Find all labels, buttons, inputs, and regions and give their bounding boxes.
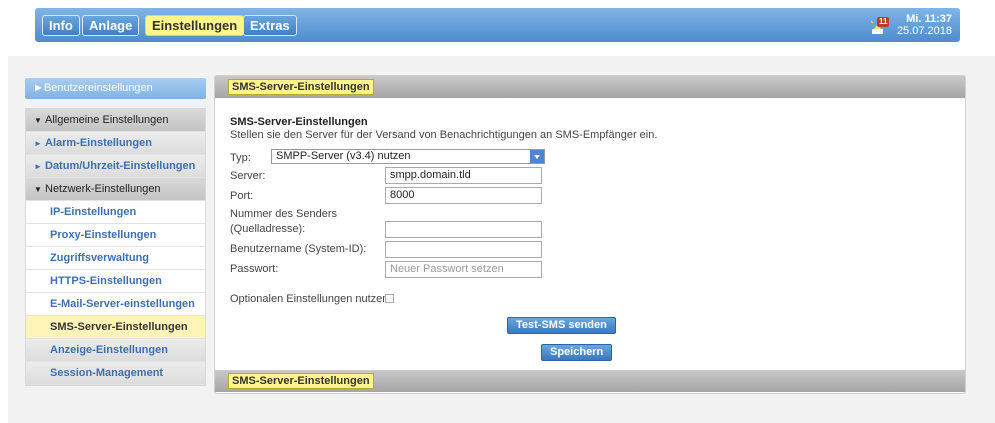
panel-header-label: SMS-Server-Einstellungen: [228, 79, 374, 95]
optional-settings-checkbox[interactable]: [385, 294, 394, 303]
sidebar-item-ip[interactable]: IP-Einstellungen: [26, 201, 205, 224]
clock-time: Mi. 11:37: [906, 13, 952, 25]
typ-label: Typ:: [230, 152, 251, 164]
sender-input[interactable]: [385, 221, 542, 238]
typ-select[interactable]: SMPP-Server (v3.4) nutzen: [271, 149, 545, 164]
sidebar-item-benutzereinstellungen[interactable]: ►Benutzereinstellungen: [25, 78, 206, 99]
sidebar-item-session-management[interactable]: Session-Management: [26, 362, 205, 385]
sidebar-menu: ▼ Allgemeine Einstellungen ► Alarm-Einstel…: [25, 108, 206, 386]
port-label: Port:: [230, 190, 254, 202]
section-description: Stellen sie den Server für der Versand v…: [230, 129, 658, 141]
tab-einstellungen[interactable]: Einstellungen: [145, 15, 245, 36]
username-input[interactable]: [385, 241, 542, 258]
chevron-right-icon: ►: [34, 162, 42, 171]
sidebar-item-label: Datum/Uhrzeit-Einstellungen: [45, 160, 196, 172]
sidebar-item-datum-uhrzeit[interactable]: ► Datum/Uhrzeit-Einstellungen: [26, 155, 205, 178]
chevron-right-icon: ►: [33, 82, 44, 94]
sidebar-item-label: Benutzereinstellungen: [43, 82, 153, 94]
username-label: Benutzername (System-ID):: [230, 243, 367, 255]
sidebar-item-zugriffsverwaltung[interactable]: Zugriffsverwaltung: [26, 247, 205, 270]
sidebar-item-label: Allgemeine Einstellungen: [45, 114, 169, 126]
settings-panel: SMS-Server-Einstellungen SMS-Server-Eins…: [214, 75, 966, 394]
panel-footer-label: SMS-Server-Einstellungen: [228, 373, 374, 389]
sidebar-item-alarm[interactable]: ► Alarm-Einstellungen: [26, 132, 205, 155]
top-navigation-bar: Info Anlage Einstellungen Extras 11 Mi. …: [35, 8, 960, 42]
panel-header: SMS-Server-Einstellungen: [215, 76, 965, 98]
password-label: Passwort:: [230, 263, 279, 275]
port-input[interactable]: 8000: [385, 187, 542, 204]
sidebar-item-sms-server[interactable]: SMS-Server-Einstellungen: [26, 316, 205, 339]
chevron-down-icon: ▼: [34, 116, 42, 125]
sender-label-line1: Nummer des Senders: [230, 208, 337, 220]
optional-settings-label: Optionalen Einstellungen nutzen: [230, 293, 389, 305]
sidebar-item-anzeige[interactable]: Anzeige-Einstellungen: [26, 339, 205, 362]
server-label: Server:: [230, 170, 266, 182]
panel-footer: SMS-Server-Einstellungen: [215, 370, 965, 392]
chevron-down-icon[interactable]: [530, 150, 544, 163]
save-button[interactable]: Speichern: [541, 344, 613, 361]
password-input[interactable]: Neuer Passwort setzen: [385, 261, 542, 278]
chevron-right-icon: ►: [34, 139, 42, 148]
sidebar-item-allgemeine-einstellungen[interactable]: ▼ Allgemeine Einstellungen: [26, 109, 205, 132]
clock: Mi. 11:37 25.07.2018: [897, 13, 952, 37]
sender-label-line2: (Quelladresse):: [230, 223, 306, 235]
chevron-down-icon: ▼: [34, 185, 42, 194]
tab-info[interactable]: Info: [42, 15, 80, 36]
clock-date: 25.07.2018: [896, 25, 952, 37]
tab-extras[interactable]: Extras: [243, 15, 297, 36]
sidebar-item-https[interactable]: HTTPS-Einstellungen: [26, 270, 205, 293]
sidebar-item-email-server[interactable]: E-Mail-Server-einstellungen: [26, 293, 205, 316]
sidebar-item-proxy[interactable]: Proxy-Einstellungen: [26, 224, 205, 247]
section-title: SMS-Server-Einstellungen: [230, 116, 368, 128]
alarm-count-badge[interactable]: 11: [877, 17, 890, 27]
tab-anlage[interactable]: Anlage: [82, 15, 140, 36]
typ-select-value: SMPP-Server (v3.4) nutzen: [276, 150, 411, 162]
sidebar-item-netzwerk[interactable]: ▼ Netzwerk-Einstellungen: [26, 178, 205, 201]
sidebar-item-label: Netzwerk-Einstellungen: [45, 183, 161, 195]
sidebar-item-label: Alarm-Einstellungen: [45, 137, 152, 149]
server-input[interactable]: smpp.domain.tld: [385, 167, 542, 184]
test-sms-button[interactable]: Test-SMS senden: [507, 317, 616, 334]
